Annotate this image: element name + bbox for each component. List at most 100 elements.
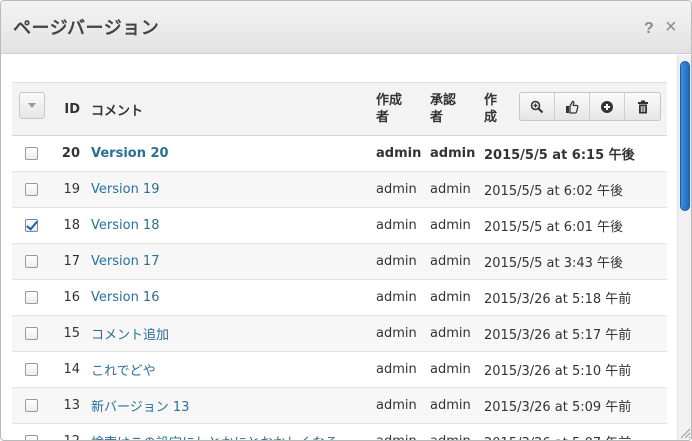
header-approver-line2: 者 bbox=[430, 110, 444, 125]
row-created: 2015/5/5 at 6:01 午後 bbox=[484, 220, 624, 235]
row-creator: admin bbox=[376, 424, 426, 440]
table-row[interactable]: 17 Version 17 admin admin 2015/5/5 at 3:… bbox=[12, 244, 667, 280]
row-comment-link[interactable]: これでどや bbox=[91, 352, 361, 387]
table-row[interactable]: 14 これでどや admin admin 2015/3/26 at 5:10 午… bbox=[12, 352, 667, 388]
row-creator: admin bbox=[376, 290, 417, 305]
scrollbar-thumb[interactable] bbox=[680, 61, 690, 211]
row-checkbox[interactable] bbox=[25, 219, 38, 232]
table-row[interactable]: 12 検索はこの設定にしとかにとおかしくなる admin admin 2015/… bbox=[12, 424, 667, 440]
row-approver: admin bbox=[430, 398, 471, 413]
row-approver: admin bbox=[430, 146, 476, 161]
row-approver: admin bbox=[430, 424, 480, 440]
row-checkbox-cell bbox=[25, 136, 41, 171]
row-checkbox[interactable] bbox=[25, 363, 38, 376]
add-version-button[interactable] bbox=[590, 93, 625, 120]
row-comment-link[interactable]: Version 19 bbox=[91, 172, 361, 207]
zoom-in-icon bbox=[530, 100, 544, 113]
row-id: 16 bbox=[63, 290, 80, 305]
row-id: 13 bbox=[63, 398, 80, 413]
row-comment-link[interactable]: Version 20 bbox=[91, 136, 361, 171]
row-comment-link[interactable]: Version 16 bbox=[91, 280, 361, 315]
row-creator: admin bbox=[376, 182, 417, 197]
row-checkbox-cell bbox=[25, 388, 41, 423]
approve-version-button[interactable] bbox=[555, 93, 590, 120]
row-created: 2015/3/26 at 5:07 午前 bbox=[484, 424, 664, 440]
versions-table: ID コメント 作成 者 承認 者 作 成 20 Version 20 admi… bbox=[12, 82, 667, 440]
row-created: 2015/3/26 at 5:09 午前 bbox=[484, 400, 632, 415]
row-id: 18 bbox=[63, 218, 80, 233]
header-created-line2: 成 bbox=[484, 110, 498, 125]
row-checkbox[interactable] bbox=[25, 183, 38, 196]
row-checkbox[interactable] bbox=[25, 255, 38, 268]
row-checkbox-cell bbox=[25, 316, 41, 351]
dialog-title: ページバージョン bbox=[13, 18, 160, 39]
row-checkbox[interactable] bbox=[25, 291, 38, 304]
row-id: 19 bbox=[63, 182, 80, 197]
row-comment-link[interactable]: 新バージョン 13 bbox=[91, 388, 361, 423]
row-checkbox-cell bbox=[25, 244, 41, 279]
bulk-select-dropdown[interactable] bbox=[19, 92, 45, 119]
delete-version-button[interactable] bbox=[625, 93, 660, 120]
table-row[interactable]: 20 Version 20 admin admin 2015/5/5 at 6:… bbox=[12, 136, 667, 172]
row-comment-link[interactable]: Version 17 bbox=[91, 244, 361, 279]
header-comment: コメント bbox=[91, 103, 144, 119]
add-circle-icon bbox=[601, 100, 613, 113]
header-creator-line1: 作成 bbox=[376, 93, 403, 108]
dialog-titlebar[interactable]: ページバージョン ? × bbox=[1, 1, 691, 54]
thumbs-up-icon bbox=[566, 100, 579, 114]
dialog-content: ID コメント 作成 者 承認 者 作 成 20 Version 20 admi… bbox=[1, 55, 677, 440]
row-approver: admin bbox=[430, 254, 471, 269]
row-creator: admin bbox=[376, 254, 417, 269]
close-button[interactable]: × bbox=[665, 17, 677, 37]
view-version-button[interactable] bbox=[520, 93, 555, 120]
row-created: 2015/3/26 at 5:10 午前 bbox=[484, 364, 632, 379]
row-comment-link[interactable]: Version 18 bbox=[91, 208, 361, 243]
row-id: 15 bbox=[63, 326, 80, 341]
row-approver: admin bbox=[430, 362, 471, 377]
trash-icon bbox=[637, 100, 648, 113]
row-checkbox-cell bbox=[25, 172, 41, 207]
vertical-scrollbar[interactable] bbox=[677, 55, 691, 440]
row-checkbox-cell bbox=[25, 208, 41, 243]
header-id: ID bbox=[64, 101, 80, 117]
table-row[interactable]: 19 Version 19 admin admin 2015/5/5 at 6:… bbox=[12, 172, 667, 208]
row-creator: admin bbox=[376, 398, 417, 413]
row-created: 2015/5/5 at 3:43 午後 bbox=[484, 256, 624, 271]
help-button[interactable]: ? bbox=[644, 20, 654, 38]
table-body: 20 Version 20 admin admin 2015/5/5 at 6:… bbox=[12, 136, 667, 440]
row-checkbox[interactable] bbox=[25, 435, 38, 440]
row-approver: admin bbox=[430, 290, 471, 305]
header-created: 作 成 bbox=[484, 83, 514, 135]
row-id: 17 bbox=[63, 254, 80, 269]
table-row[interactable]: 16 Version 16 admin admin 2015/3/26 at 5… bbox=[12, 280, 667, 316]
version-toolbar bbox=[519, 92, 661, 121]
row-comment-link[interactable]: 検索はこの設定にしとかにとおかしくなる bbox=[91, 424, 361, 440]
table-row[interactable]: 13 新バージョン 13 admin admin 2015/3/26 at 5:… bbox=[12, 388, 667, 424]
row-checkbox-cell bbox=[25, 424, 41, 440]
header-approver: 承認 者 bbox=[430, 83, 480, 135]
row-created: 2015/5/5 at 6:02 午後 bbox=[484, 184, 624, 199]
row-id: 14 bbox=[63, 362, 80, 377]
caret-down-icon bbox=[28, 103, 36, 108]
table-row[interactable]: 15 コメント追加 admin admin 2015/3/26 at 5:17 … bbox=[12, 316, 667, 352]
header-creator: 作成 者 bbox=[376, 83, 426, 135]
row-creator: admin bbox=[376, 146, 422, 161]
table-header: ID コメント 作成 者 承認 者 作 成 bbox=[12, 82, 667, 136]
row-created: 2015/5/5 at 6:15 午後 bbox=[484, 148, 635, 163]
row-comment-link[interactable]: コメント追加 bbox=[91, 316, 361, 351]
row-created: 2015/3/26 at 5:17 午前 bbox=[484, 328, 632, 343]
row-creator: admin bbox=[376, 362, 417, 377]
row-checkbox-cell bbox=[25, 352, 41, 387]
row-id: 20 bbox=[61, 146, 80, 161]
row-checkbox[interactable] bbox=[25, 399, 38, 412]
resize-grip-icon[interactable] bbox=[678, 426, 691, 439]
table-row[interactable]: 18 Version 18 admin admin 2015/5/5 at 6:… bbox=[12, 208, 667, 244]
header-creator-line2: 者 bbox=[376, 110, 390, 125]
row-checkbox-cell bbox=[25, 280, 41, 315]
row-checkbox[interactable] bbox=[25, 147, 38, 160]
header-created-line1: 作 bbox=[484, 93, 498, 108]
header-approver-line1: 承認 bbox=[430, 93, 457, 108]
row-id: 12 bbox=[58, 424, 80, 440]
row-checkbox[interactable] bbox=[25, 327, 38, 340]
page-versions-dialog: ページバージョン ? × ID コメント 作成 者 承認 者 作 成 20 Ve… bbox=[0, 0, 692, 441]
